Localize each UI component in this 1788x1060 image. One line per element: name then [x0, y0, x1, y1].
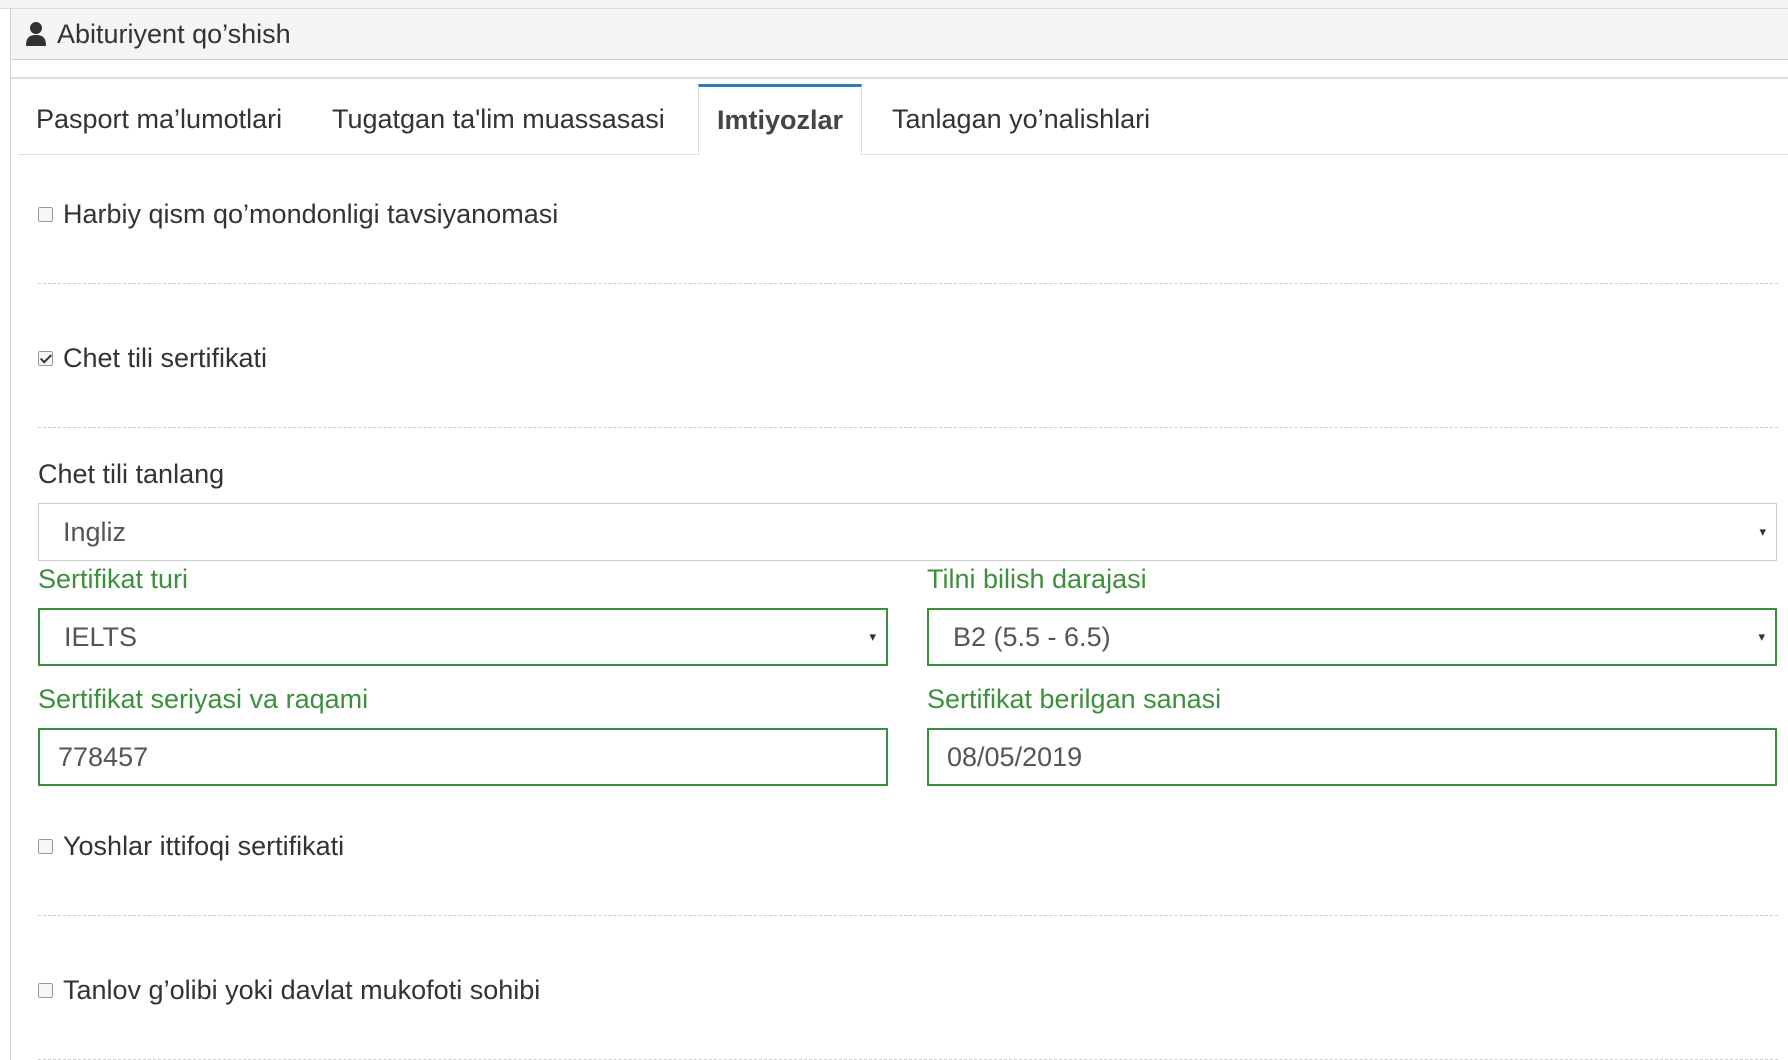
cert-date-input[interactable]: 08/05/2019	[927, 728, 1777, 786]
divider	[38, 283, 1778, 284]
tab-privileges[interactable]: Imtiyozlar	[698, 84, 863, 155]
competition-winner-row: Tanlov g’olibi yoki davlat mukofoti sohi…	[38, 970, 540, 1010]
page-title: Abituriyent qo’shish	[57, 18, 291, 49]
foreign-language-cert-label: Chet tili sertifikati	[63, 342, 268, 373]
tab-bar: Pasport ma’lumotlari Tugatgan ta'lim mua…	[18, 84, 1788, 155]
tab-education[interactable]: Tugatgan ta'lim muassasasi	[314, 84, 683, 154]
user-icon	[23, 19, 49, 49]
military-recommendation-checkbox[interactable]	[38, 206, 53, 222]
panel-header: Abituriyent qo’shish	[11, 9, 1788, 60]
divider	[38, 427, 1778, 428]
cert-serial-value: 778457	[58, 741, 149, 772]
cert-serial-label: Sertifikat seriyasi va raqami	[38, 684, 369, 714]
cert-date-label: Sertifikat berilgan sanasi	[927, 684, 1222, 714]
youth-union-cert-checkbox[interactable]	[38, 838, 53, 854]
language-select[interactable]: Ingliz ▾	[38, 503, 1777, 561]
panel-left-border	[10, 8, 11, 1060]
youth-union-cert-row: Yoshlar ittifoqi sertifikati	[38, 826, 344, 866]
foreign-language-cert-checkbox[interactable]	[38, 350, 53, 366]
competition-winner-checkbox[interactable]	[38, 982, 53, 998]
divider	[38, 915, 1778, 916]
cert-type-value: IELTS	[64, 621, 138, 652]
language-level-label: Tilni bilish darajasi	[927, 564, 1147, 594]
tab-passport[interactable]: Pasport ma’lumotlari	[18, 84, 300, 154]
cert-serial-input[interactable]: 778457	[38, 728, 888, 786]
language-level-value: B2 (5.5 - 6.5)	[953, 621, 1111, 652]
tab-directions[interactable]: Tanlagan yo’nalishlari	[874, 84, 1168, 154]
foreign-language-cert-row: Chet tili sertifikati	[38, 338, 267, 378]
military-recommendation-row: Harbiy qism qo’mondonligi tavsiyanomasi	[38, 194, 558, 234]
competition-winner-label: Tanlov g’olibi yoki davlat mukofoti sohi…	[63, 974, 541, 1005]
chevron-down-icon: ▾	[1758, 629, 1765, 644]
language-select-label: Chet tili tanlang	[38, 459, 225, 489]
header-separator	[11, 60, 1788, 79]
chevron-down-icon: ▾	[869, 629, 876, 644]
language-select-value: Ingliz	[63, 516, 127, 547]
cert-type-label: Sertifikat turi	[38, 564, 189, 594]
cert-type-select[interactable]: IELTS ▾	[38, 608, 888, 666]
top-strip	[0, 0, 1788, 9]
youth-union-cert-label: Yoshlar ittifoqi sertifikati	[63, 830, 345, 861]
cert-date-value: 08/05/2019	[947, 741, 1083, 772]
chevron-down-icon: ▾	[1759, 524, 1766, 539]
language-level-select[interactable]: B2 (5.5 - 6.5) ▾	[927, 608, 1777, 666]
military-recommendation-label: Harbiy qism qo’mondonligi tavsiyanomasi	[63, 198, 559, 229]
